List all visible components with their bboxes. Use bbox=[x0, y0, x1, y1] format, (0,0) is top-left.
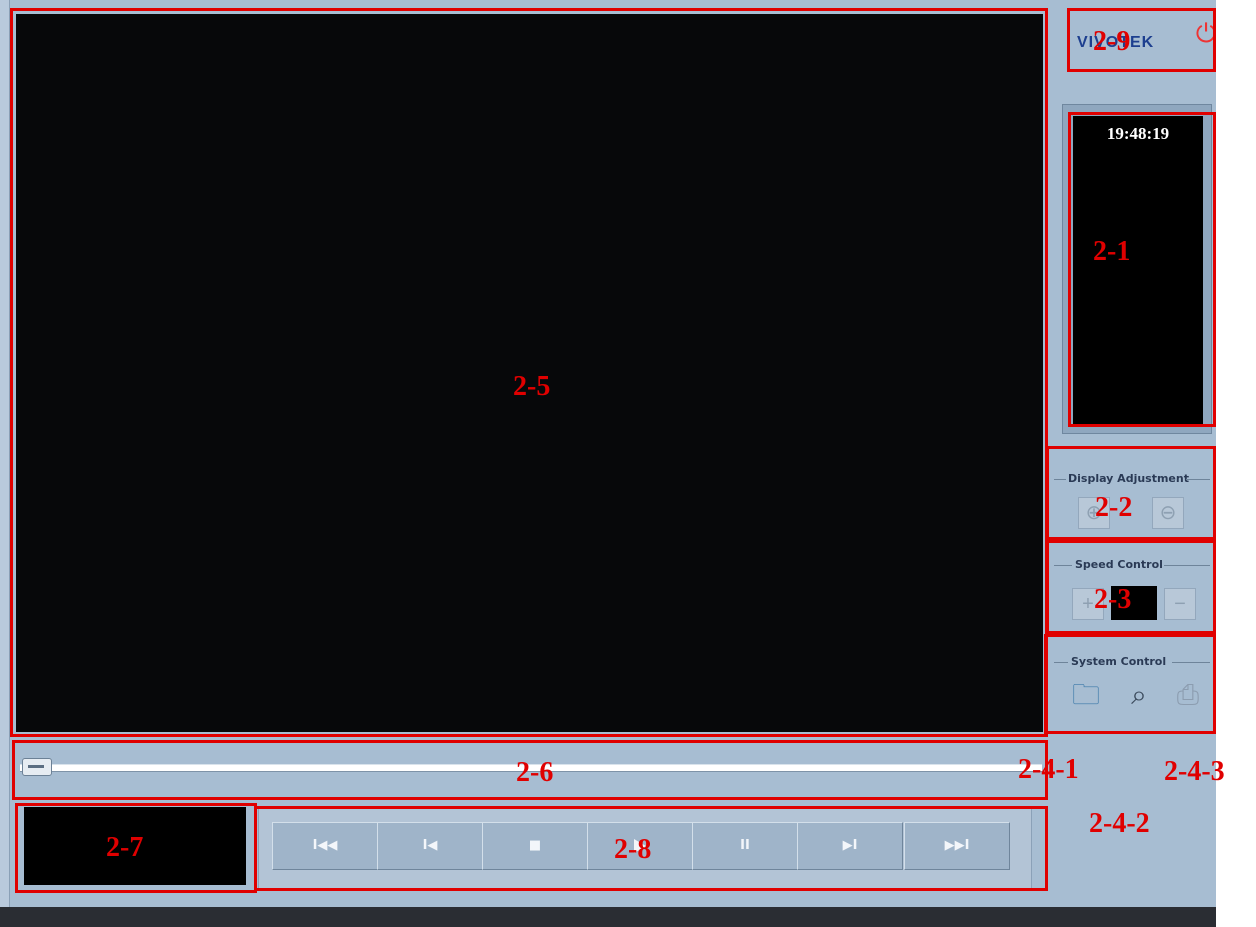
group-line bbox=[1054, 662, 1068, 663]
annotation-label-2-2: 2-2 bbox=[1095, 492, 1133, 523]
annotation-label-2-9: 2-9 bbox=[1093, 26, 1131, 57]
window-bottom-strip bbox=[0, 907, 1216, 927]
print-icon[interactable]: ⎙ bbox=[1170, 676, 1206, 714]
clock-display: 19:48:19 bbox=[1073, 116, 1203, 424]
annotation-label-2-4-1: 2-4-1 bbox=[1018, 754, 1079, 785]
zoom-out-icon[interactable]: ⊖ bbox=[1152, 497, 1184, 529]
previous-frame-button[interactable]: I◀ bbox=[377, 822, 483, 870]
speed-down-button[interactable]: − bbox=[1164, 588, 1196, 620]
timeline-slider-thumb[interactable] bbox=[22, 758, 52, 776]
group-line bbox=[1164, 565, 1210, 566]
brand-area: VIVOTEK ⏻ bbox=[1067, 10, 1217, 72]
annotation-label-2-8: 2-8 bbox=[614, 834, 652, 865]
folder-icon[interactable]: 🗀 bbox=[1068, 676, 1104, 714]
speed-control-title: Speed Control bbox=[1075, 558, 1163, 571]
last-frame-button[interactable]: ▶▶I bbox=[904, 822, 1010, 870]
search-icon[interactable]: ⌕ bbox=[1121, 676, 1157, 714]
group-line bbox=[1172, 662, 1210, 663]
group-line bbox=[1186, 479, 1210, 480]
first-frame-button[interactable]: I◀◀ bbox=[272, 822, 378, 870]
annotation-label-2-3: 2-3 bbox=[1094, 584, 1132, 615]
annotation-label-2-4-3: 2-4-3 bbox=[1164, 756, 1225, 787]
power-icon[interactable]: ⏻ bbox=[1193, 20, 1219, 46]
annotation-label-2-1: 2-1 bbox=[1093, 236, 1131, 267]
annotation-label-2-7: 2-7 bbox=[106, 832, 144, 863]
annotation-label-2-6: 2-6 bbox=[516, 757, 554, 788]
window-left-edge bbox=[0, 0, 10, 907]
annotation-label-2-4-2: 2-4-2 bbox=[1089, 808, 1150, 839]
next-frame-button[interactable]: ▶I bbox=[797, 822, 903, 870]
group-line bbox=[1054, 565, 1072, 566]
display-adjustment-title: Display Adjustment bbox=[1068, 472, 1189, 485]
clock-time: 19:48:19 bbox=[1106, 124, 1170, 143]
annotation-label-2-5: 2-5 bbox=[513, 371, 551, 402]
system-control-title: System Control bbox=[1071, 655, 1167, 668]
pause-button[interactable]: II bbox=[692, 822, 798, 870]
group-line bbox=[1054, 479, 1066, 480]
stop-button[interactable]: ■ bbox=[482, 822, 588, 870]
